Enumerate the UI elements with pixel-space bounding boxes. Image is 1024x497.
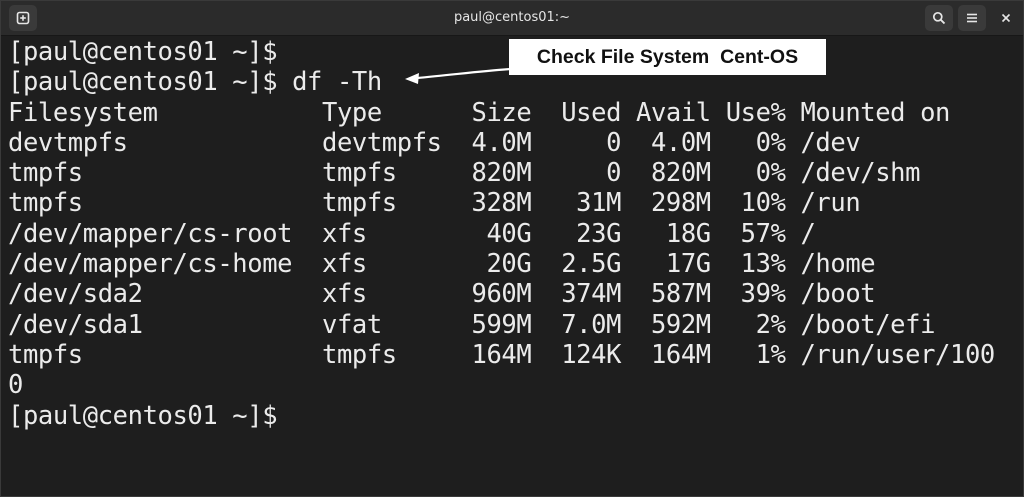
terminal-output[interactable]: [paul@centos01 ~]$ [paul@centos01 ~]$ df… — [8, 37, 1018, 492]
close-icon — [1001, 13, 1011, 23]
annotation-callout: Check File System Cent-OS — [509, 39, 826, 75]
search-icon — [932, 11, 946, 25]
hamburger-menu-icon — [967, 13, 977, 23]
terminal-line: /dev/sda2 xfs 960M 374M 587M 39% /boot — [8, 279, 876, 310]
callout-text: Check File System Cent-OS — [536, 45, 799, 68]
close-button[interactable] — [993, 5, 1019, 31]
title-bar: paul@centos01:~ — [1, 1, 1023, 36]
menu-button[interactable] — [958, 5, 986, 31]
window-title: paul@centos01:~ — [453, 10, 571, 25]
terminal-line: /dev/mapper/cs-home xfs 20G 2.5G 17G 13%… — [8, 249, 876, 280]
terminal-line: devtmpfs devtmpfs 4.0M 0 4.0M 0% /dev — [8, 127, 861, 158]
terminal-window: paul@centos01:~ [paul@centos01 ~]$ [paul… — [0, 0, 1024, 497]
terminal-line: [paul@centos01 ~]$ — [8, 400, 278, 431]
terminal-line: /dev/sda1 vfat 599M 7.0M 592M 2% /boot/e… — [8, 309, 936, 340]
terminal-line: 0 — [8, 370, 23, 401]
new-tab-icon — [16, 11, 30, 25]
terminal-line: tmpfs tmpfs 164M 124K 164M 1% /run/user/… — [8, 339, 995, 370]
terminal-line: tmpfs tmpfs 328M 31M 298M 10% /run — [8, 188, 861, 219]
terminal-line: Filesystem Type Size Used Avail Use% Mou… — [8, 97, 950, 128]
terminal-line: tmpfs tmpfs 820M 0 820M 0% /dev/shm — [8, 158, 921, 189]
search-button[interactable] — [925, 5, 953, 31]
callout-arrow-icon — [405, 67, 512, 84]
new-tab-button[interactable] — [9, 5, 37, 31]
terminal-line: /dev/mapper/cs-root xfs 40G 23G 18G 57% … — [8, 218, 816, 249]
